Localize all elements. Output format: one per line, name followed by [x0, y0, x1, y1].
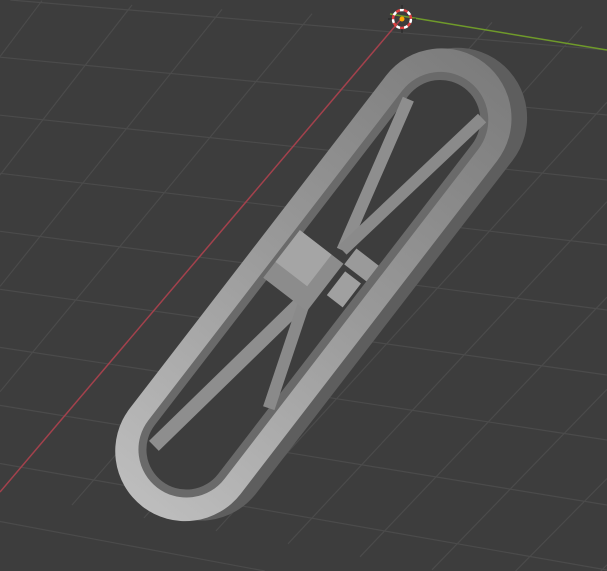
object-origin-dot — [399, 16, 405, 22]
grid-line — [0, 9, 223, 287]
grid-line — [0, 0, 43, 57]
grid-line — [0, 520, 265, 571]
mesh-object[interactable] — [87, 12, 555, 556]
grid-line — [0, 462, 607, 571]
grid-line — [10, 0, 607, 51]
3d-viewport[interactable] — [0, 0, 607, 571]
grid-line — [431, 388, 607, 571]
viewport-canvas[interactable] — [0, 0, 607, 571]
y-axis-line — [389, 13, 607, 51]
